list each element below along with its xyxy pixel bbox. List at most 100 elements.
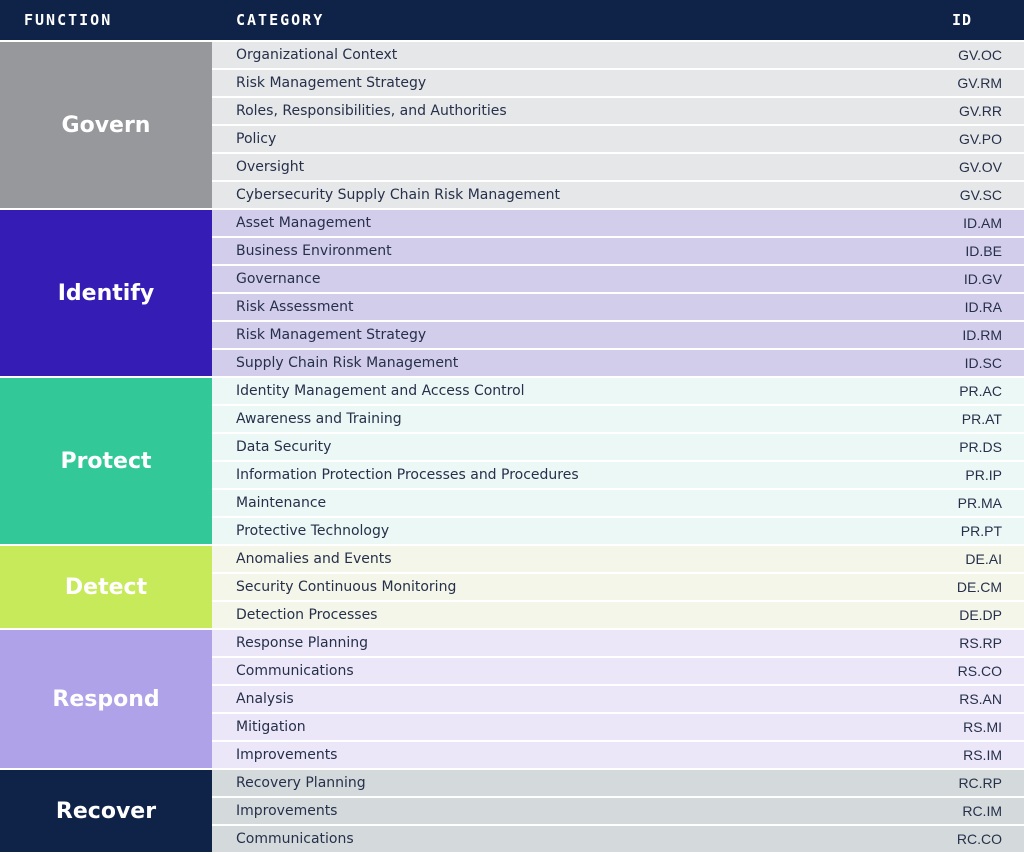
category-id: PR.DS <box>959 439 1002 455</box>
table-row: Maintenance PR.MA <box>212 490 1024 516</box>
header-category: CATEGORY <box>236 11 325 29</box>
category-id: RC.IM <box>962 803 1002 819</box>
function-group-respond: Respond Response Planning RS.RP Communicati… <box>0 630 1024 768</box>
header-function: FUNCTION <box>24 11 113 29</box>
category-name: Organizational Context <box>236 47 398 63</box>
category-id: DE.CM <box>956 579 1002 595</box>
table-row: Communications RC.CO <box>212 826 1024 852</box>
category-id: ID.RM <box>962 327 1002 343</box>
category-name: Cybersecurity Supply Chain Risk Manageme… <box>236 187 560 203</box>
category-id: RC.CO <box>956 831 1002 847</box>
category-name: Oversight <box>236 159 305 175</box>
function-cell-recover: Recover <box>0 770 212 852</box>
table-row: Communications RS.CO <box>212 658 1024 684</box>
category-name: Analysis <box>236 691 294 707</box>
table-row: Awareness and Training PR.AT <box>212 406 1024 432</box>
table-row: Risk Assessment ID.RA <box>212 294 1024 320</box>
table-row: Supply Chain Risk Management ID.SC <box>212 350 1024 376</box>
table-row: Cybersecurity Supply Chain Risk Manageme… <box>212 182 1024 208</box>
category-id: RS.IM <box>963 747 1002 763</box>
function-cell-protect: Protect <box>0 378 212 544</box>
table-row: Information Protection Processes and Pro… <box>212 462 1024 488</box>
category-name: Response Planning <box>236 635 368 651</box>
function-cell-detect: Detect <box>0 546 212 628</box>
category-name: Improvements <box>236 747 338 763</box>
category-name: Risk Assessment <box>236 299 354 315</box>
table-row: Identity Management and Access Control PR… <box>212 378 1024 404</box>
table-body: Govern Organizational Context GV.OC Risk Ma… <box>0 42 1024 854</box>
table-row: Analysis RS.AN <box>212 686 1024 712</box>
table-row: Risk Management Strategy GV.RM <box>212 70 1024 96</box>
category-name: Risk Management Strategy <box>236 75 427 91</box>
category-id: PR.AC <box>959 383 1002 399</box>
table-row: Improvements RC.IM <box>212 798 1024 824</box>
function-group-protect: Protect Identity Management and Access Co… <box>0 378 1024 544</box>
table-row: Improvements RS.IM <box>212 742 1024 768</box>
table-row: Asset Management ID.AM <box>212 210 1024 236</box>
category-name: Awareness and Training <box>236 411 402 427</box>
category-id: GV.SC <box>959 187 1002 203</box>
function-cell-govern: Govern <box>0 42 212 208</box>
category-list: Response Planning RS.RP Communications RS.C… <box>212 630 1024 768</box>
category-list: Anomalies and Events DE.AI Security Contin… <box>212 546 1024 628</box>
category-id: GV.RM <box>957 75 1002 91</box>
category-name: Communications <box>236 663 354 679</box>
category-name: Identity Management and Access Control <box>236 383 525 399</box>
function-cell-identify: Identify <box>0 210 212 376</box>
table-row: Risk Management Strategy ID.RM <box>212 322 1024 348</box>
function-cell-respond: Respond <box>0 630 212 768</box>
category-name: Policy <box>236 131 277 147</box>
category-id: ID.GV <box>963 271 1002 287</box>
table-row: Governance ID.GV <box>212 266 1024 292</box>
function-group-recover: Recover Recovery Planning RC.RP Improvement… <box>0 770 1024 852</box>
table-row: Anomalies and Events DE.AI <box>212 546 1024 572</box>
table-row: Roles, Responsibilities, and Authorities… <box>212 98 1024 124</box>
nist-csf-table: FUNCTION CATEGORY ID Govern Organizationa… <box>0 0 1024 852</box>
category-name: Governance <box>236 271 321 287</box>
category-id: ID.SC <box>964 355 1002 371</box>
category-id: PR.PT <box>960 523 1002 539</box>
category-name: Improvements <box>236 803 338 819</box>
table-row: Policy GV.PO <box>212 126 1024 152</box>
table-row: Data Security PR.DS <box>212 434 1024 460</box>
function-group-govern: Govern Organizational Context GV.OC Risk Ma… <box>0 42 1024 208</box>
category-list: Organizational Context GV.OC Risk Manageme… <box>212 42 1024 208</box>
table-row: Detection Processes DE.DP <box>212 602 1024 628</box>
category-name: Information Protection Processes and Pro… <box>236 467 579 483</box>
category-name: Detection Processes <box>236 607 378 623</box>
category-id: PR.AT <box>961 411 1002 427</box>
category-id: GV.PO <box>958 131 1002 147</box>
function-group-identify: Identify Asset Management ID.AM Business En… <box>0 210 1024 376</box>
category-name: Asset Management <box>236 215 371 231</box>
category-list: Identity Management and Access Control PR… <box>212 378 1024 544</box>
category-id: ID.BE <box>965 243 1002 259</box>
category-id: ID.RA <box>964 299 1002 315</box>
category-id: GV.OV <box>958 159 1002 175</box>
category-name: Supply Chain Risk Management <box>236 355 459 371</box>
category-name: Roles, Responsibilities, and Authorities <box>236 103 507 119</box>
category-name: Risk Management Strategy <box>236 327 427 343</box>
category-id: RS.CO <box>957 663 1002 679</box>
table-row: Mitigation RS.MI <box>212 714 1024 740</box>
category-name: Anomalies and Events <box>236 551 392 567</box>
category-name: Data Security <box>236 439 332 455</box>
category-list: Recovery Planning RC.RP Improvements RC.IM C… <box>212 770 1024 852</box>
category-name: Protective Technology <box>236 523 390 539</box>
category-name: Recovery Planning <box>236 775 366 791</box>
table-header: FUNCTION CATEGORY ID <box>0 0 1024 40</box>
table-row: Organizational Context GV.OC <box>212 42 1024 68</box>
category-id: DE.AI <box>965 551 1002 567</box>
function-group-detect: Detect Anomalies and Events DE.AI Security … <box>0 546 1024 628</box>
category-name: Security Continuous Monitoring <box>236 579 457 595</box>
category-id: GV.OC <box>958 47 1002 63</box>
category-id: DE.DP <box>959 607 1002 623</box>
table-row: Business Environment ID.BE <box>212 238 1024 264</box>
category-id: RS.RP <box>959 635 1002 651</box>
table-row: Response Planning RS.RP <box>212 630 1024 656</box>
category-id: PR.IP <box>965 467 1002 483</box>
category-id: RS.MI <box>963 719 1002 735</box>
category-name: Maintenance <box>236 495 327 511</box>
category-id: PR.MA <box>957 495 1002 511</box>
table-row: Security Continuous Monitoring DE.CM <box>212 574 1024 600</box>
category-id: RC.RP <box>958 775 1002 791</box>
